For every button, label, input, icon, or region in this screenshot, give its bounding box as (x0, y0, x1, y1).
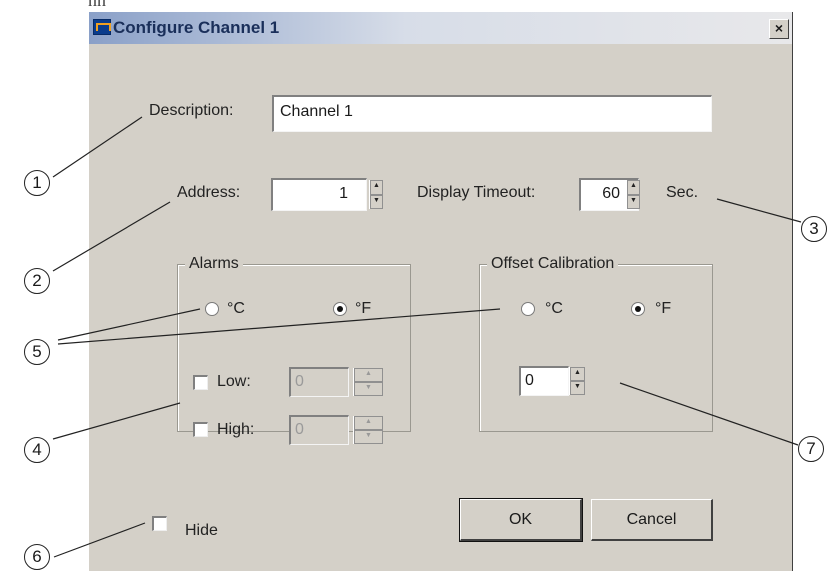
callout-6: 6 (24, 544, 50, 570)
callout-4: 4 (24, 437, 50, 463)
callout-3: 3 (801, 216, 827, 242)
callout-3-line (716, 198, 802, 223)
callout-leader-lines (52, 116, 802, 558)
callout-5: 5 (24, 339, 50, 365)
callout-2-line (52, 201, 171, 272)
callout-4-line (52, 402, 181, 440)
callout-2: 2 (24, 268, 50, 294)
callout-5b-line (57, 308, 501, 345)
callout-7: 7 (798, 436, 824, 462)
callout-6-line (53, 522, 146, 558)
callout-1: 1 (24, 170, 50, 196)
callout-1-line (52, 116, 143, 178)
callout-5a-line (57, 308, 201, 341)
callout-7-line (619, 382, 799, 446)
